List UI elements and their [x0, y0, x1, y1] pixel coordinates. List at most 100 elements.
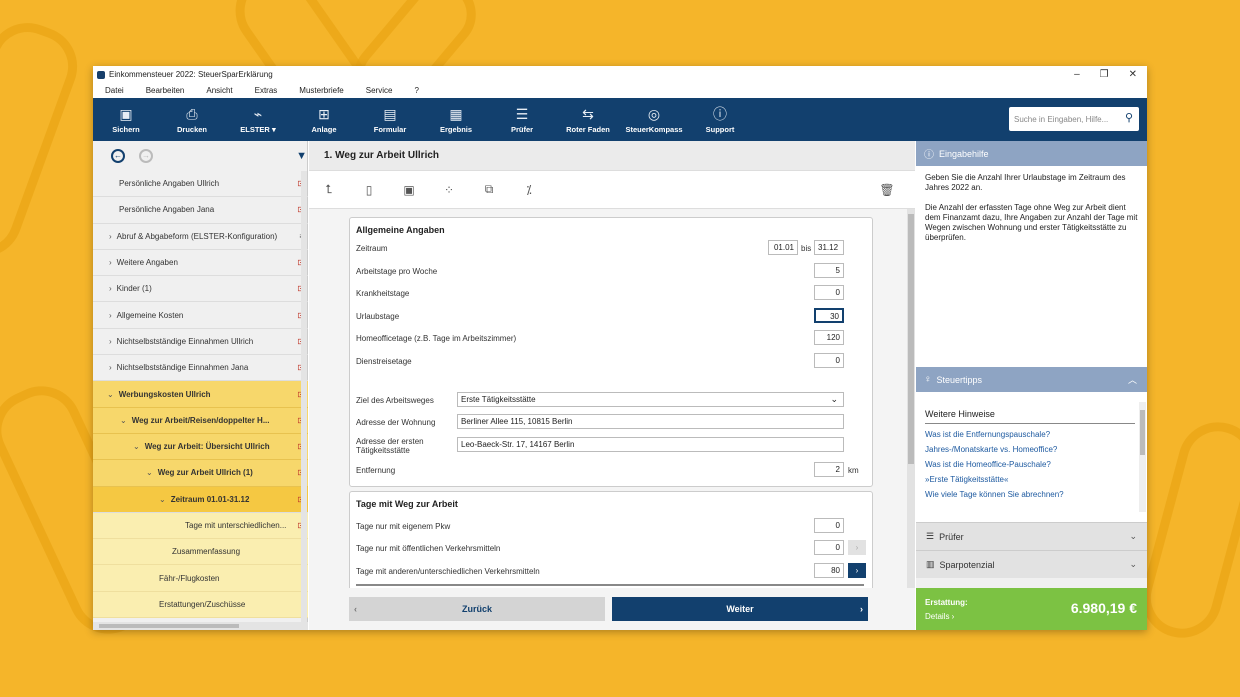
arbeitstage-field[interactable]: 5	[814, 263, 844, 278]
zeitraum-from-field[interactable]: 01.01	[768, 240, 798, 255]
formular-button[interactable]: ▤ Formular	[357, 98, 423, 141]
tree-item[interactable]: ›Weitere Angaben⊡	[93, 250, 308, 277]
up-level-icon[interactable]: ⮤	[309, 182, 349, 197]
tree-item[interactable]: › Abruf & Abgabeform (ELSTER-Konfiguratio…	[93, 224, 308, 250]
menu-musterbriefe[interactable]: Musterbriefe	[299, 86, 343, 95]
chevron-right-icon[interactable]: ›	[109, 258, 112, 267]
menu-bearbeiten[interactable]: Bearbeiten	[146, 86, 185, 95]
oepnv-field[interactable]: 0	[814, 540, 844, 555]
ziel-select[interactable]: Erste Tätigkeitsstätte ⌄	[457, 392, 844, 407]
tip-link[interactable]: »Erste Tätigkeitsstätte«	[925, 475, 1138, 484]
km-label: km	[848, 466, 859, 475]
checklist-icon: ☰	[926, 531, 935, 541]
pruefer-button[interactable]: ☰ Prüfer	[489, 98, 555, 141]
tip-link[interactable]: Wie viele Tage können Sie abrechnen?	[925, 490, 1138, 499]
chevron-down-icon[interactable]: ⌄	[159, 495, 166, 504]
back-button[interactable]: ‹ Zurück	[349, 597, 605, 621]
tree-item[interactable]: Tage mit unterschiedlichen...⊡	[93, 512, 308, 540]
chevron-up-icon[interactable]: ︿	[1128, 373, 1137, 386]
tree-item[interactable]: Erstattungen/Zuschüsse	[93, 591, 308, 619]
tree-item[interactable]: ›Nichtselbstständige Einnahmen Ullrich⊡	[93, 329, 308, 356]
ergebnis-button[interactable]: ▦ Ergebnis	[423, 98, 489, 141]
refund-details-link[interactable]: Details ›	[925, 612, 954, 621]
elster-button[interactable]: ⌁ ELSTER ▾	[225, 98, 291, 141]
pruefer-section[interactable]: ☰ Prüfer ⌄	[916, 522, 1147, 550]
menu-extras[interactable]: Extras	[255, 86, 278, 95]
tree-scrollbar[interactable]	[301, 171, 307, 630]
tree-item[interactable]: ⌄Weg zur Arbeit: Übersicht Ullrich⊡	[93, 433, 308, 461]
chevron-down-icon[interactable]: ⌄	[146, 468, 153, 477]
urlaub-field[interactable]: 30	[814, 308, 844, 323]
zeitraum-to-field[interactable]: 31.12	[814, 240, 844, 255]
tree-item-werbungskosten[interactable]: ⌄Werbungskosten Ullrich⊡	[93, 381, 308, 408]
document-icon[interactable]: ▯	[349, 183, 389, 197]
back-nav-icon[interactable]: ←	[111, 149, 125, 163]
tree-item[interactable]: ›Nichtselbstständige Einnahmen Jana⊡	[93, 355, 308, 382]
add-document-icon: ⊞	[318, 105, 330, 122]
chevron-down-icon[interactable]: ⌄	[120, 416, 127, 425]
percent-icon[interactable]: ⁒	[509, 183, 549, 197]
save-button[interactable]: ▣ Sichern	[93, 98, 159, 141]
tip-link[interactable]: Was ist die Homeoffice-Pauschale?	[925, 460, 1138, 469]
minimize-icon[interactable]: –	[1074, 66, 1080, 83]
tree-horizontal-scrollbar[interactable]	[93, 622, 308, 630]
tree-item[interactable]: Persönliche Angaben Ullrich⊡	[93, 171, 308, 198]
grid-icon[interactable]: ⁘	[429, 183, 469, 197]
search-icon[interactable]: ⚲	[1125, 111, 1133, 124]
info-icon: ⓘ	[924, 150, 934, 161]
roter-faden-button[interactable]: ⇆ Roter Faden	[555, 98, 621, 141]
forward-nav-icon[interactable]: →	[139, 149, 153, 163]
anlage-button[interactable]: ⊞ Anlage	[291, 98, 357, 141]
homeoffice-field[interactable]: 120	[814, 330, 844, 345]
tip-link[interactable]: Was ist die Entfernungspauschale?	[925, 430, 1138, 439]
chevron-right-icon[interactable]: ›	[109, 311, 112, 320]
chevron-right-icon[interactable]: ›	[109, 284, 112, 293]
tree-item-current[interactable]: ⌄Zeitraum 01.01-31.12⊡	[93, 486, 308, 513]
close-icon[interactable]: ✕	[1129, 66, 1137, 83]
tree-item[interactable]: ⌄Weg zur Arbeit/Reisen/doppelter H...⊡	[93, 407, 308, 434]
taetig-field[interactable]: Leo-Baeck-Str. 17, 14167 Berlin	[457, 437, 844, 452]
entfernung-field[interactable]: 2	[814, 462, 844, 477]
tree-item[interactable]: Persönliche Angaben Jana⊡	[93, 197, 308, 224]
clipboard-icon[interactable]: ▣	[389, 183, 429, 197]
menu-help[interactable]: ?	[414, 86, 418, 95]
support-button[interactable]: ⓘ Support	[687, 98, 753, 141]
copy-icon[interactable]: ⧉	[469, 182, 509, 197]
oepnv-detail-button[interactable]: ›	[848, 540, 866, 555]
menu-ansicht[interactable]: Ansicht	[206, 86, 232, 95]
tree-item[interactable]: Fähr-/Flugkosten	[93, 565, 308, 592]
pkw-field[interactable]: 0	[814, 518, 844, 533]
dienstreise-field[interactable]: 0	[814, 353, 844, 368]
chevron-down-icon[interactable]: ⌄	[107, 390, 114, 399]
steuerkompass-button[interactable]: ◎ SteuerKompass	[621, 98, 687, 141]
chevron-right-icon[interactable]: ›	[109, 232, 112, 241]
andere-detail-button[interactable]: ›	[848, 563, 866, 578]
refund-box[interactable]: Erstattung: Details › 6.980,19 €	[916, 588, 1147, 630]
next-button[interactable]: Weiter ›	[612, 597, 868, 621]
wohnung-field[interactable]: Berliner Allee 115, 10815 Berlin	[457, 414, 844, 429]
sparpotenzial-section[interactable]: ▥ Sparpotenzial ⌄	[916, 550, 1147, 578]
menu-service[interactable]: Service	[366, 86, 393, 95]
zeitraum-label: Zeitraum	[356, 244, 388, 253]
search-input[interactable]: Suche in Eingaben, Hilfe... ⚲	[1009, 107, 1139, 131]
tree-item[interactable]: ›Allgemeine Kosten⊡	[93, 302, 308, 329]
days-section: Tage mit Weg zur Arbeit Tage nur mit eig…	[349, 491, 873, 601]
krank-field[interactable]: 0	[814, 285, 844, 300]
andere-field[interactable]: 80	[814, 563, 844, 578]
trash-icon[interactable]: 🗑	[867, 183, 907, 197]
menu-datei[interactable]: Datei	[105, 86, 124, 95]
chevron-down-icon[interactable]: ⌄	[133, 442, 140, 451]
chevron-right-icon[interactable]: ›	[109, 363, 112, 372]
restore-icon[interactable]: ❐	[1100, 66, 1109, 83]
tip-link[interactable]: Jahres-/Monatskarte vs. Homeoffice?	[925, 445, 1138, 454]
tips-scrollbar[interactable]	[1139, 402, 1146, 512]
form-scrollbar[interactable]	[907, 209, 915, 599]
steuertipps-header[interactable]: ♀ Steuertipps ︿	[916, 367, 1147, 392]
print-button[interactable]: ⎙ Drucken	[159, 98, 225, 141]
tree-item[interactable]: ›Kinder (1)⊡	[93, 276, 308, 303]
tree-item[interactable]: ⌄Weg zur Arbeit Ullrich (1)⊡	[93, 460, 308, 487]
filter-icon[interactable]: ▼	[296, 150, 307, 162]
tree-item[interactable]: Zusammenfassung	[93, 539, 308, 566]
eingabehilfe-header[interactable]: ⓘ Eingabehilfe	[916, 141, 1147, 166]
chevron-right-icon[interactable]: ›	[109, 337, 112, 346]
